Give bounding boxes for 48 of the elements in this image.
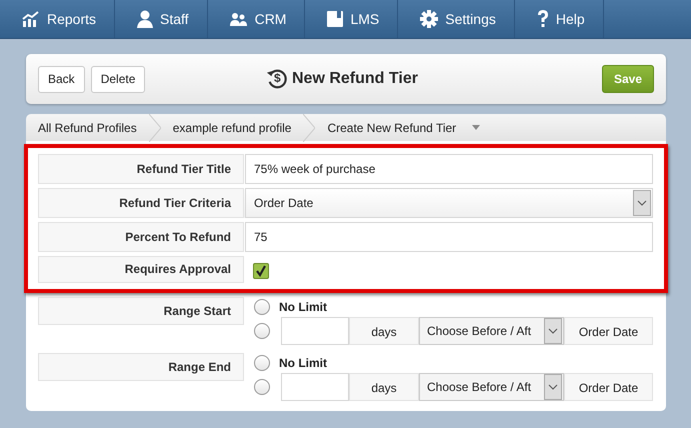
page-title: New Refund Tier [292, 70, 418, 88]
breadcrumb[interactable]: All Refund Profiles [26, 114, 161, 141]
radio-button[interactable] [254, 299, 270, 315]
radio-button[interactable] [254, 355, 270, 371]
radio-button[interactable] [254, 323, 270, 339]
unit-label: days [349, 373, 419, 401]
field-label: Percent To Refund [38, 222, 244, 252]
delete-button[interactable]: Delete [90, 66, 146, 92]
chevron-icon [148, 114, 161, 142]
anchor-label: Order Date [564, 373, 653, 401]
breadcrumb[interactable]: Create New Refund Tier [315, 114, 480, 141]
nav-tab[interactable]: Staff [115, 0, 208, 38]
input-field[interactable]: 75% week of purchase [245, 154, 653, 184]
book-icon [327, 11, 344, 27]
nav-tab[interactable]: CRM [208, 0, 306, 38]
chevron-icon [303, 114, 316, 142]
caret-icon [544, 374, 562, 400]
settings-icon [420, 10, 438, 28]
chart-icon [22, 11, 40, 27]
field-label: Refund Tier Criteria [38, 188, 244, 218]
anchor-label: Order Date [564, 317, 653, 345]
field-label: Refund Tier Title [38, 154, 244, 184]
option-label: No Limit [279, 299, 327, 316]
input-field[interactable] [281, 317, 349, 345]
nav-tab[interactable]: Reports [0, 0, 116, 38]
input-field[interactable]: 75 [245, 222, 653, 252]
field-label: Requires Approval [38, 256, 244, 283]
back-button[interactable]: Back [38, 66, 85, 92]
people-icon [230, 12, 248, 26]
nav-tab[interactable]: Help [514, 0, 604, 38]
input-field[interactable] [281, 373, 349, 401]
checkbox[interactable] [253, 263, 269, 279]
help-icon [536, 10, 549, 28]
caret-icon [633, 190, 651, 216]
nav-tab[interactable]: Settings [398, 0, 515, 38]
breadcrumb[interactable]: example refund profile [160, 114, 316, 141]
field-label: Range End [38, 353, 244, 381]
dropdown[interactable]: Choose Before / Aft [419, 317, 564, 345]
dropdown[interactable]: Order Date [245, 188, 653, 218]
field-label: Range Start [38, 297, 244, 325]
person-icon [137, 10, 154, 28]
unit-label: days [349, 317, 419, 345]
caret-icon [472, 125, 480, 130]
caret-icon [544, 318, 562, 344]
dropdown[interactable]: Choose Before / Aft [419, 373, 564, 401]
option-label: No Limit [279, 355, 327, 372]
nav-tab[interactable]: LMS [305, 0, 398, 38]
radio-button[interactable] [254, 379, 270, 395]
